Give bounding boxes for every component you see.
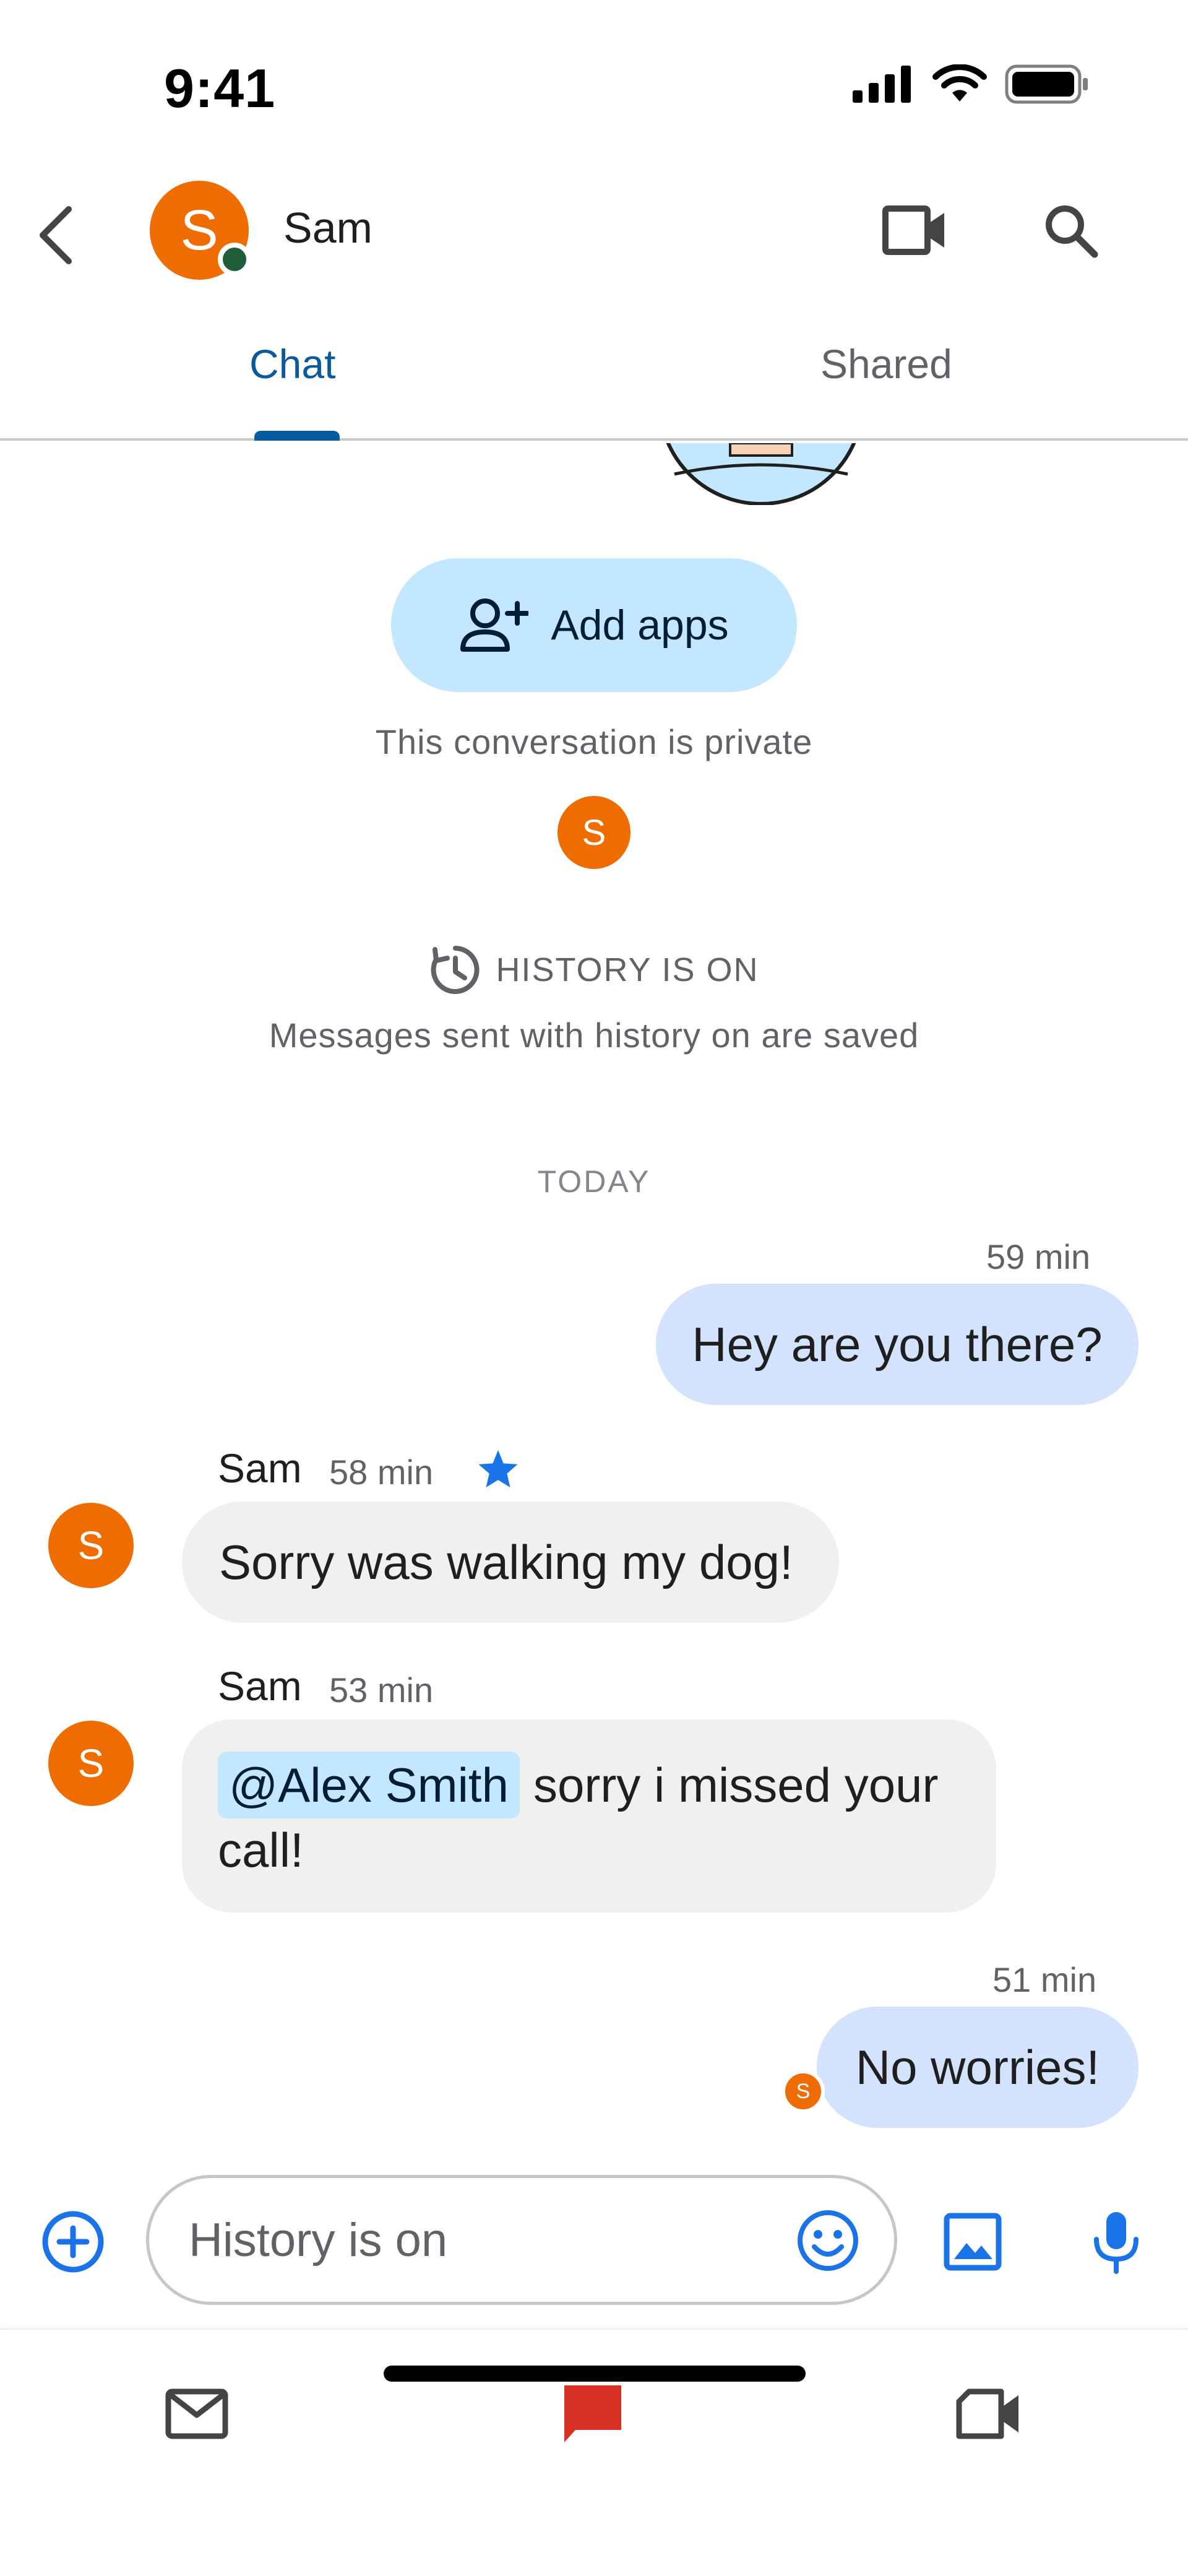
- image-button[interactable]: [936, 2205, 1010, 2279]
- add-attachment-button[interactable]: [37, 2206, 109, 2278]
- incoming-message[interactable]: @Alex Smith sorry i missed your call!: [182, 1719, 996, 1913]
- avatar-initial: S: [77, 1741, 105, 1786]
- compose-bar: [0, 2171, 1188, 2307]
- nav-meet[interactable]: [939, 2364, 1038, 2463]
- contact-name[interactable]: Sam: [283, 203, 372, 253]
- battery-icon: [1005, 64, 1088, 104]
- outgoing-message[interactable]: No worries!: [817, 2007, 1138, 2128]
- add-apps-label: Add apps: [551, 602, 729, 649]
- sender-name[interactable]: Sam: [218, 1445, 302, 1492]
- outgoing-message[interactable]: Hey are you there?: [656, 1284, 1138, 1405]
- emoji-icon: [798, 2210, 858, 2271]
- private-conversation-text: This conversation is private: [375, 722, 813, 761]
- history-description: Messages sent with history on are saved: [269, 1016, 919, 1055]
- message-input[interactable]: [189, 2203, 733, 2277]
- meet-icon: [956, 2388, 1018, 2439]
- signal-icon: [853, 66, 911, 103]
- space-illustration: [656, 443, 866, 505]
- message-time: 53 min: [329, 1671, 434, 1709]
- message-line: @Alex Smith sorry i missed your: [218, 1748, 962, 1822]
- add-person-icon: [460, 599, 529, 652]
- message-time: 59 min: [986, 1237, 1091, 1276]
- tab-shared[interactable]: Shared: [820, 340, 952, 387]
- video-call-button[interactable]: [871, 193, 958, 267]
- incoming-message[interactable]: Sorry was walking my dog!: [182, 1502, 839, 1623]
- sender-avatar[interactable]: S: [48, 1503, 134, 1588]
- sender-name[interactable]: Sam: [218, 1662, 302, 1709]
- message-text: sorry i missed your: [533, 1758, 939, 1812]
- message-text: Sorry was walking my dog!: [219, 1534, 793, 1589]
- search-icon: [1046, 205, 1098, 258]
- search-button[interactable]: [1027, 193, 1114, 267]
- message-time: 58 min: [329, 1453, 434, 1492]
- status-icons: [853, 64, 1089, 104]
- back-icon: [40, 206, 72, 264]
- nav-mail[interactable]: [147, 2364, 246, 2463]
- status-time: 9:41: [164, 58, 276, 119]
- mention-chip[interactable]: @Alex Smith: [218, 1752, 520, 1818]
- add-apps-button[interactable]: Add apps: [391, 558, 797, 692]
- message-text: No worries!: [855, 2039, 1100, 2094]
- avatar-initial: S: [796, 2079, 811, 2103]
- message-text: Hey are you there?: [692, 1316, 1103, 1372]
- mic-icon: [1094, 2212, 1138, 2274]
- message-input-wrapper: [146, 2175, 897, 2305]
- sender-avatar[interactable]: S: [48, 1721, 134, 1806]
- history-icon: [431, 946, 480, 994]
- message-time: 51 min: [992, 1960, 1097, 1999]
- add-circle-icon: [42, 2211, 104, 2273]
- app-bar: S Sam: [0, 161, 1188, 297]
- chat-icon: [564, 2385, 621, 2442]
- microphone-button[interactable]: [1079, 2205, 1153, 2279]
- avatar-initial: S: [180, 198, 218, 262]
- emoji-button[interactable]: [794, 2206, 862, 2275]
- contact-avatar[interactable]: S: [150, 181, 251, 280]
- star-icon[interactable]: [476, 1448, 520, 1489]
- avatar-initial: S: [77, 1523, 105, 1568]
- presence-indicator: [218, 243, 251, 276]
- history-status: HISTORY IS ON: [0, 943, 1188, 996]
- home-indicator: [384, 2366, 806, 2382]
- mail-icon: [165, 2388, 228, 2439]
- wifi-icon: [932, 64, 987, 102]
- date-divider: TODAY: [537, 1164, 651, 1199]
- tab-bar: Chat Shared: [0, 297, 1188, 441]
- image-icon: [944, 2213, 1002, 2271]
- read-receipt-avatar: S: [781, 2070, 825, 2113]
- active-tab-indicator: [254, 431, 340, 441]
- history-title: HISTORY IS ON: [496, 951, 759, 988]
- member-initial: S: [582, 812, 606, 853]
- video-call-icon: [882, 205, 944, 255]
- status-bar: 9:41: [0, 0, 1188, 161]
- tab-chat[interactable]: Chat: [249, 340, 335, 387]
- message-text: call!: [218, 1823, 304, 1877]
- back-button[interactable]: [25, 198, 87, 272]
- member-avatar: S: [557, 796, 631, 869]
